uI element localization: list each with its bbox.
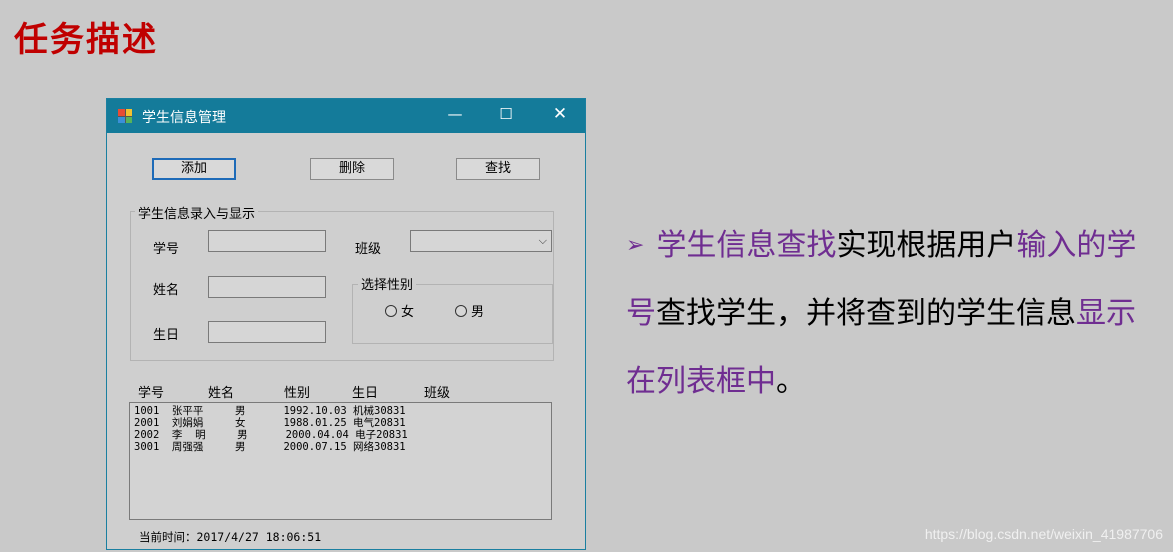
id-input[interactable]: [208, 230, 326, 252]
birthday-label: 生日: [153, 328, 180, 343]
radio-circle-icon: [455, 304, 467, 317]
slide-title: 任务描述: [14, 20, 158, 60]
watermark-url: https://blog.csdn.net/weixin_41987706: [924, 526, 1163, 542]
desc-text-1: 实现根据用户: [836, 228, 1017, 263]
bullet-arrow-icon: ➢: [626, 233, 645, 258]
find-button[interactable]: 查找: [456, 158, 540, 180]
list-item[interactable]: 2002 李 明 男 2000.04.04 电子20831: [134, 429, 408, 441]
column-header-id: 学号: [138, 386, 165, 401]
male-radio-label: 男: [471, 305, 485, 320]
name-label: 姓名: [153, 283, 180, 298]
column-header-birthday: 生日: [352, 386, 379, 401]
current-time-status: 当前时间：2017/4/27 18:06:51: [139, 530, 322, 544]
gender-group-title: 选择性别: [358, 274, 417, 293]
birthday-input[interactable]: [208, 321, 326, 343]
column-header-gender: 性别: [284, 386, 311, 401]
female-radio-label: 女: [401, 305, 415, 320]
male-radio[interactable]: 男: [455, 301, 484, 320]
list-item[interactable]: 1001 张平平 男 1992.10.03 机械30831: [134, 405, 406, 417]
desc-text-2: 查找学生，并将查到的学生信息: [656, 296, 1076, 331]
radio-circle-icon: [385, 304, 397, 317]
female-radio[interactable]: 女: [385, 301, 414, 320]
window-titlebar[interactable]: 学生信息管理 — ☐ ✕: [107, 99, 585, 133]
window-title: 学生信息管理: [142, 110, 226, 126]
student-info-window: 学生信息管理 — ☐ ✕ 添加 删除 查找 学生信息录入与显示 学号 班级 ⌵ …: [106, 98, 586, 550]
task-description: ➢ 学生信息查找实现根据用户输入的学号查找学生，并将查到的学生信息显示在列表框中。: [626, 212, 1161, 416]
maximize-button[interactable]: ☐: [491, 105, 521, 123]
id-label: 学号: [153, 242, 180, 257]
minimize-button[interactable]: —: [440, 105, 470, 123]
class-select[interactable]: ⌵: [410, 230, 552, 252]
column-header-class: 班级: [424, 386, 451, 401]
student-listbox[interactable]: 1001 张平平 男 1992.10.03 机械30831 2001 刘娟娟 女…: [129, 402, 552, 520]
name-input[interactable]: [208, 276, 326, 298]
chevron-down-icon: ⌵: [538, 234, 547, 247]
gender-group: [352, 284, 553, 344]
close-button[interactable]: ✕: [545, 104, 575, 124]
desc-text-3: 。: [776, 364, 806, 399]
list-item[interactable]: 3001 周强强 男 2000.07.15 网络30831: [134, 441, 406, 453]
column-header-name: 姓名: [208, 386, 235, 401]
class-label: 班级: [355, 242, 382, 257]
desc-highlight-find: 学生信息查找: [656, 228, 837, 263]
student-info-group-title: 学生信息录入与显示: [135, 203, 259, 222]
list-item[interactable]: 2001 刘娟娟 女 1988.01.25 电气20831: [134, 417, 406, 429]
app-icon: [118, 109, 132, 123]
add-button[interactable]: 添加: [152, 158, 236, 180]
delete-button[interactable]: 删除: [310, 158, 394, 180]
